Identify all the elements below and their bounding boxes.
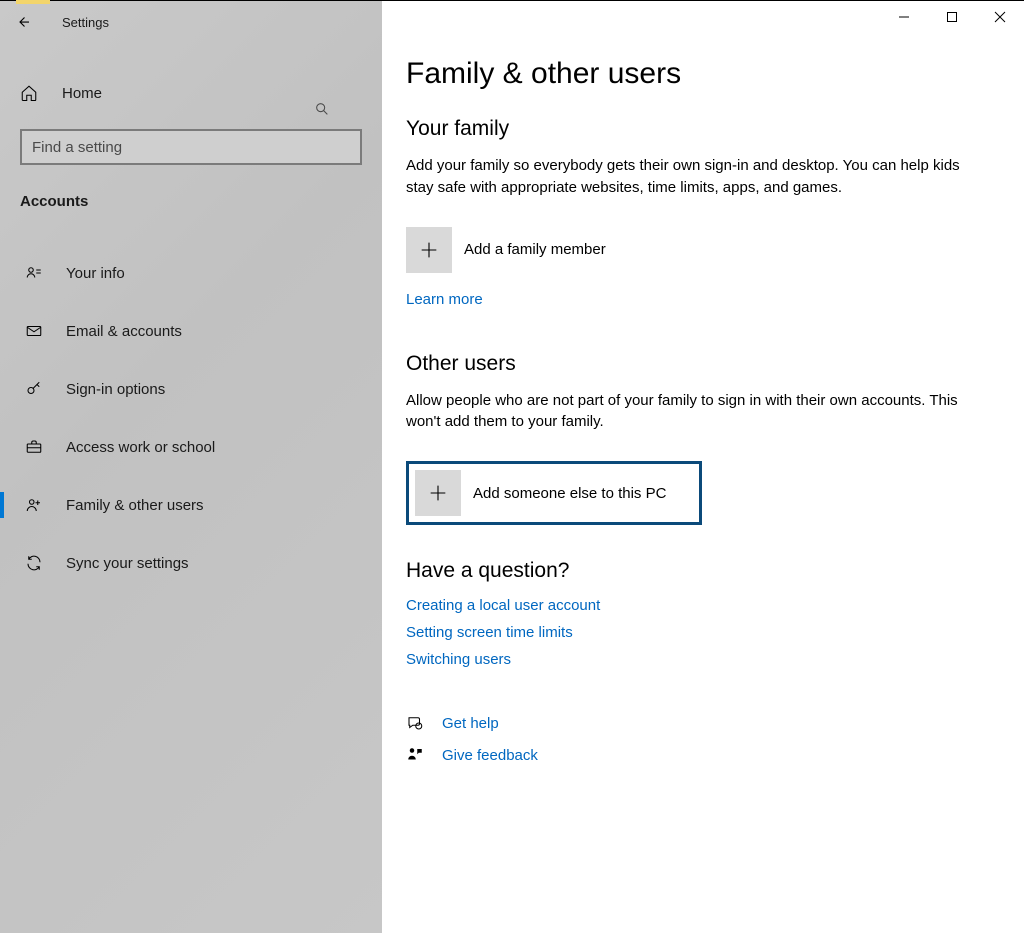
close-button[interactable] bbox=[976, 1, 1024, 33]
add-family-label: Add a family member bbox=[464, 241, 606, 258]
sidebar-item-label: Family & other users bbox=[66, 497, 204, 514]
window-title: Settings bbox=[62, 15, 109, 30]
sidebar-item-email-accounts[interactable]: Email & accounts bbox=[0, 308, 382, 354]
help-link-switching-users[interactable]: Switching users bbox=[406, 651, 511, 668]
minimize-button[interactable] bbox=[880, 1, 928, 33]
briefcase-icon bbox=[24, 438, 44, 456]
family-icon bbox=[24, 496, 44, 514]
envelope-icon bbox=[24, 322, 44, 340]
minimize-icon bbox=[898, 11, 910, 23]
add-other-user-label: Add someone else to this PC bbox=[473, 485, 666, 502]
page-title: Family & other users bbox=[406, 57, 1002, 91]
content-scroll[interactable]: Family & other users Your family Add you… bbox=[406, 57, 1008, 933]
sidebar-item-label: Access work or school bbox=[66, 439, 215, 456]
feedback-icon bbox=[406, 746, 426, 764]
give-feedback-link[interactable]: Give feedback bbox=[442, 747, 538, 764]
settings-window: Settings Home Accounts Your info bbox=[0, 0, 1024, 933]
main-pane: Family & other users Your family Add you… bbox=[382, 1, 1024, 933]
back-button[interactable] bbox=[14, 13, 38, 31]
home-label: Home bbox=[62, 85, 102, 102]
sidebar-item-label: Your info bbox=[66, 265, 125, 282]
other-users-description: Allow people who are not part of your fa… bbox=[406, 390, 966, 434]
chat-icon bbox=[406, 714, 426, 732]
other-users-heading: Other users bbox=[406, 352, 1002, 376]
sidebar: Settings Home Accounts Your info bbox=[0, 1, 382, 933]
add-family-member-button[interactable]: Add a family member bbox=[406, 227, 1002, 273]
family-description: Add your family so everybody gets their … bbox=[406, 155, 966, 199]
sidebar-item-label: Sync your settings bbox=[66, 555, 189, 572]
sidebar-item-label: Email & accounts bbox=[66, 323, 182, 340]
maximize-button[interactable] bbox=[928, 1, 976, 33]
sidebar-item-family-users[interactable]: Family & other users bbox=[0, 482, 382, 528]
sidebar-item-your-info[interactable]: Your info bbox=[0, 250, 382, 296]
learn-more-link[interactable]: Learn more bbox=[406, 291, 483, 308]
sidebar-item-work-school[interactable]: Access work or school bbox=[0, 424, 382, 470]
sidebar-nav: Your info Email & accounts Sign-in optio… bbox=[0, 250, 382, 586]
help-link-local-account[interactable]: Creating a local user account bbox=[406, 597, 600, 614]
search-wrap bbox=[20, 129, 362, 165]
user-card-icon bbox=[24, 264, 44, 282]
key-icon bbox=[24, 380, 44, 398]
sidebar-item-label: Sign-in options bbox=[66, 381, 165, 398]
taskbar-hint bbox=[16, 0, 50, 4]
add-other-user-button[interactable]: Add someone else to this PC bbox=[406, 461, 702, 525]
help-link-screen-time[interactable]: Setting screen time limits bbox=[406, 624, 573, 641]
maximize-icon bbox=[946, 11, 958, 23]
plus-icon bbox=[418, 239, 440, 261]
sidebar-item-signin-options[interactable]: Sign-in options bbox=[0, 366, 382, 412]
close-icon bbox=[994, 11, 1006, 23]
arrow-left-icon bbox=[14, 13, 32, 31]
plus-box bbox=[415, 470, 461, 516]
have-question-heading: Have a question? bbox=[406, 559, 1002, 583]
window-controls bbox=[880, 1, 1024, 37]
sidebar-section-heading: Accounts bbox=[0, 193, 382, 210]
plus-box bbox=[406, 227, 452, 273]
sidebar-item-sync[interactable]: Sync your settings bbox=[0, 540, 382, 586]
get-help-link[interactable]: Get help bbox=[442, 715, 499, 732]
sync-icon bbox=[24, 554, 44, 572]
footer-links: Get help Give feedback bbox=[406, 714, 1002, 764]
home-icon bbox=[20, 84, 40, 102]
home-button[interactable]: Home bbox=[0, 71, 382, 115]
give-feedback-row[interactable]: Give feedback bbox=[406, 746, 1002, 764]
family-heading: Your family bbox=[406, 117, 1002, 141]
search-input[interactable] bbox=[20, 129, 362, 165]
titlebar-left: Settings bbox=[0, 1, 382, 43]
get-help-row[interactable]: Get help bbox=[406, 714, 1002, 732]
plus-icon bbox=[427, 482, 449, 504]
